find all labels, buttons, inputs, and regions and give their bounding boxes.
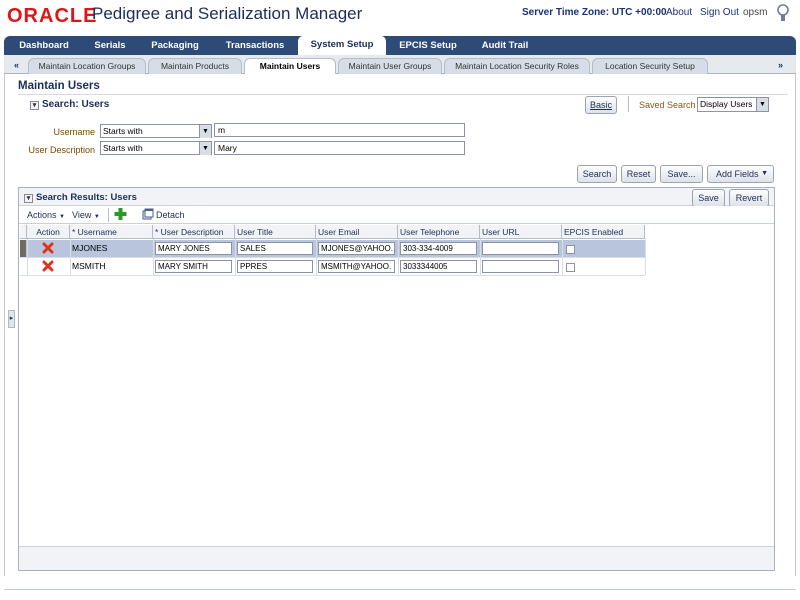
- revert-button[interactable]: Revert: [729, 189, 769, 207]
- menu-arrow-icon: ▼: [93, 214, 100, 220]
- user-description-operator-value: Starts with: [103, 143, 143, 153]
- actions-menu-label: Actions: [27, 210, 57, 220]
- user-description-operator-select[interactable]: Starts with ▼: [100, 141, 212, 155]
- username-cell: MJONES: [72, 243, 108, 253]
- column-header-user-email[interactable]: User Email: [316, 225, 398, 239]
- oracle-logo: ORACLE: [7, 5, 98, 27]
- subtab-location-security-setup[interactable]: Location Security Setup: [592, 58, 708, 74]
- delete-icon[interactable]: [42, 260, 54, 272]
- collapse-icon[interactable]: ▾: [24, 194, 33, 203]
- subtab-maintain-location-security-roles[interactable]: Maintain Location Security Roles: [444, 58, 590, 74]
- user-description-field[interactable]: MARY SMITH: [155, 260, 232, 273]
- user-description-field[interactable]: MARY JONES: [155, 242, 232, 255]
- saved-search-label: Saved Search: [639, 100, 696, 110]
- column-header-user-description[interactable]: * User Description: [153, 225, 235, 239]
- dropdown-arrow-icon[interactable]: ▼: [199, 125, 211, 138]
- subtab-maintain-users[interactable]: Maintain Users: [244, 58, 336, 75]
- dropdown-arrow-icon[interactable]: ▼: [756, 98, 768, 111]
- add-fields-button[interactable]: Add Fields ▼: [707, 165, 774, 183]
- collapse-icon[interactable]: ▾: [30, 101, 39, 110]
- sign-out-link[interactable]: Sign Out: [700, 7, 739, 18]
- dropdown-arrow-icon: ▼: [761, 170, 768, 177]
- column-header-user-telephone[interactable]: User Telephone: [398, 225, 480, 239]
- add-row-icon[interactable]: [114, 207, 127, 221]
- user-name: opsm: [743, 7, 768, 18]
- results-header[interactable]: ▾ Search Results: Users: [24, 192, 137, 203]
- search-header[interactable]: ▾ Search: Users: [30, 99, 109, 110]
- user-url-field[interactable]: [482, 242, 559, 255]
- expand-panel-icon[interactable]: ▸: [8, 310, 15, 328]
- column-header-user-title[interactable]: User Title: [235, 225, 316, 239]
- app-title: Pedigree and Serialization Manager: [92, 4, 363, 23]
- username-cell: MSMITH: [72, 261, 106, 271]
- user-telephone-field[interactable]: 303-334-4009: [400, 242, 477, 255]
- username-operator-value: Starts with: [103, 126, 143, 136]
- column-header-user-url[interactable]: User URL: [480, 225, 562, 239]
- user-url-field[interactable]: [482, 260, 559, 273]
- tab-audit-trail[interactable]: Audit Trail: [470, 37, 540, 54]
- status-icon: [777, 4, 789, 21]
- results-toolbar: [19, 206, 774, 224]
- search-button[interactable]: Search: [577, 165, 617, 183]
- search-header-label: Search: Users: [42, 99, 110, 110]
- epcis-enabled-checkbox[interactable]: [566, 263, 575, 272]
- scroll-left-icon[interactable]: «: [14, 60, 19, 70]
- column-header-action: Action: [27, 225, 70, 239]
- subtab-maintain-products[interactable]: Maintain Products: [148, 58, 242, 74]
- user-description-label: User Description: [28, 145, 95, 155]
- about-link[interactable]: About: [666, 7, 692, 18]
- dropdown-arrow-icon[interactable]: ▼: [199, 142, 211, 155]
- view-menu[interactable]: View ▼: [72, 210, 100, 220]
- tab-dashboard[interactable]: Dashboard: [10, 37, 78, 54]
- page-title: Maintain Users: [18, 80, 100, 92]
- tab-serials[interactable]: Serials: [80, 37, 140, 54]
- tab-transactions[interactable]: Transactions: [212, 37, 298, 54]
- user-telephone-field[interactable]: 3033344005: [400, 260, 477, 273]
- column-header-username[interactable]: * Username: [70, 225, 153, 239]
- user-description-input[interactable]: Mary: [214, 141, 465, 155]
- add-fields-label: Add Fields: [716, 169, 759, 179]
- actions-menu[interactable]: Actions ▼: [27, 210, 65, 220]
- reset-button[interactable]: Reset: [621, 165, 656, 183]
- column-header-epcis-enabled[interactable]: EPCIS Enabled: [562, 225, 645, 239]
- save-search-button[interactable]: Save...: [660, 165, 703, 183]
- menu-arrow-icon: ▼: [59, 214, 65, 220]
- save-button[interactable]: Save: [692, 189, 725, 207]
- saved-search-value: Display Users: [700, 99, 753, 109]
- user-title-field[interactable]: SALES: [237, 242, 313, 255]
- subtab-maintain-location-groups[interactable]: Maintain Location Groups: [28, 58, 146, 74]
- app-header: ORACLE Pedigree and Serialization Manage…: [0, 0, 800, 32]
- username-operator-select[interactable]: Starts with ▼: [100, 124, 212, 138]
- view-menu-label: View: [72, 210, 92, 220]
- user-title-field[interactable]: PPRES: [237, 260, 313, 273]
- results-footer: [19, 546, 774, 570]
- results-header-label: Search Results: Users: [36, 192, 137, 203]
- delete-icon[interactable]: [42, 242, 54, 254]
- tab-system-setup[interactable]: System Setup: [298, 36, 386, 56]
- server-time-zone: Server Time Zone: UTC +00:00: [522, 7, 667, 18]
- user-email-field[interactable]: MSMITH@YAHOO.: [318, 260, 395, 273]
- detach-icon[interactable]: [142, 208, 154, 220]
- tab-packaging[interactable]: Packaging: [142, 37, 208, 54]
- user-email-field[interactable]: MJONES@YAHOO.: [318, 242, 395, 255]
- username-input[interactable]: m: [214, 123, 465, 137]
- subtab-maintain-user-groups[interactable]: Maintain User Groups: [338, 58, 442, 74]
- epcis-enabled-checkbox[interactable]: [566, 245, 575, 254]
- basic-button[interactable]: Basic: [585, 96, 617, 114]
- saved-search-select[interactable]: Display Users ▼: [697, 97, 769, 112]
- scroll-right-icon[interactable]: »: [778, 60, 783, 70]
- detach-label[interactable]: Detach: [156, 210, 185, 220]
- username-label: Username: [53, 127, 95, 137]
- tab-epcis-setup[interactable]: EPCIS Setup: [388, 37, 468, 54]
